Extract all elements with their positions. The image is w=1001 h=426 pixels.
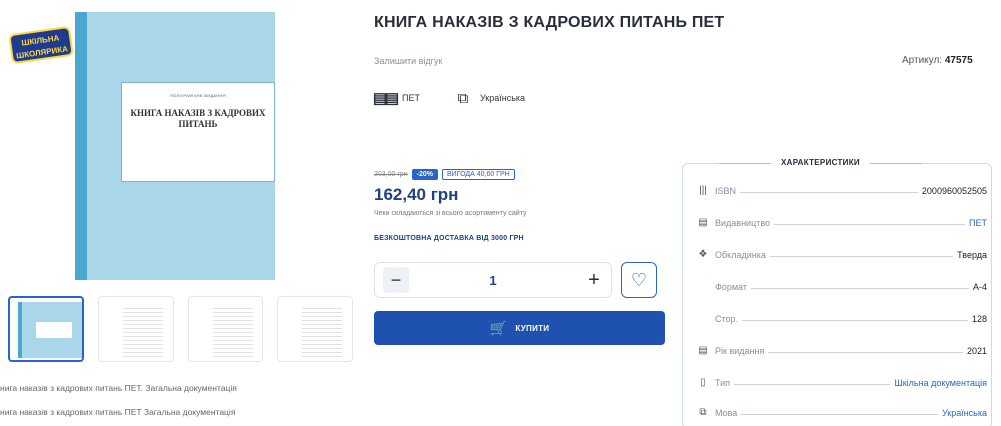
language-name: Українська — [479, 93, 526, 103]
sku-label: Артикул: — [902, 55, 943, 66]
thumbnail-1[interactable] — [8, 296, 84, 362]
char-row-pages: Стор. 128 — [695, 310, 987, 324]
language-icon: ⧉ — [699, 407, 707, 418]
char-divider — [768, 352, 963, 353]
thumbnail-2[interactable] — [97, 296, 174, 362]
thumbnail-page-image — [212, 305, 253, 357]
discount-badge: -20% — [411, 169, 439, 180]
char-label: Мова — [715, 408, 738, 418]
add-to-favorites-button[interactable]: ♡ — [621, 262, 657, 298]
leave-review-link[interactable]: Залишити відгук — [374, 56, 442, 66]
thumbnail-page-image — [122, 305, 163, 357]
char-divider — [741, 414, 938, 415]
char-divider — [734, 384, 891, 385]
char-divider — [750, 288, 969, 289]
buy-button[interactable]: 🛒 КУПИТИ — [374, 311, 665, 345]
char-row-publisher: ▤ Видавництво ПЕТ — [695, 214, 987, 228]
gallery-caption: нига наказів з кадрових питань ПЕТ Загал… — [0, 407, 236, 417]
char-row-type: ▯ Тип Шкільна документація — [695, 374, 987, 388]
char-label: ISBN — [715, 186, 737, 196]
char-divider — [742, 320, 968, 321]
quantity-value[interactable]: 1 — [409, 273, 577, 288]
heart-icon: ♡ — [630, 269, 648, 290]
language-item[interactable]: ⧉ Українська — [452, 89, 526, 107]
benefit-badge: ВИГОДА 40,60 ГРН — [442, 169, 515, 180]
publisher-item[interactable]: ▤▤ ПЕТ — [372, 90, 420, 107]
char-label: Тип — [715, 378, 731, 388]
char-label: Видавництво — [715, 218, 771, 228]
char-value: 2000960052505 — [921, 186, 987, 196]
char-row-format: Формат А-4 — [695, 278, 987, 292]
product-main-image[interactable]: ПОЛІГРАФІЧНЕ ВИДАННЯ КНИГА НАКАЗІВ З КАД… — [0, 0, 350, 290]
publisher-name: ПЕТ — [402, 93, 420, 103]
char-label: Формат — [715, 282, 747, 292]
product-meta: ▤▤ ПЕТ ⧉ Українська — [372, 89, 547, 108]
thumbnail-3[interactable] — [187, 296, 264, 362]
product-title: КНИГА НАКАЗІВ З КАДРОВИХ ПИТАНЬ ПЕТ — [374, 14, 725, 31]
price-note: Чеки складаються зі всього асортименту с… — [374, 210, 527, 217]
char-row-year: ▤ Рік видання 2021 — [695, 342, 987, 356]
old-price: 203,00 грн — [374, 171, 408, 178]
char-value: Тверда — [957, 250, 987, 260]
buy-button-label: КУПИТИ — [515, 323, 550, 333]
char-label: Обкладинка — [715, 250, 766, 260]
book-cover: ПОЛІГРАФІЧНЕ ВИДАННЯ КНИГА НАКАЗІВ З КАД… — [75, 12, 275, 280]
document-icon: ▯ — [700, 377, 706, 388]
char-row-cover: ❖ Обкладинка Тверда — [695, 246, 987, 260]
barcode-icon: ||| — [699, 185, 707, 196]
cover-label: ПОЛІГРАФІЧНЕ ВИДАННЯ КНИГА НАКАЗІВ З КАД… — [121, 82, 275, 182]
discount-row: 203,00 грн -20% ВИГОДА 40,60 ГРН — [374, 169, 515, 180]
language-icon: ⧉ — [457, 89, 469, 107]
gallery-caption: нига наказів з кадрових питань ПЕТ. Зага… — [0, 383, 237, 393]
cart-icon: 🛒 — [489, 319, 508, 336]
char-value-link[interactable]: Українська — [942, 408, 987, 418]
char-row-isbn: ||| ISBN 2000960052505 — [695, 182, 987, 196]
char-label: Стор. — [715, 314, 739, 324]
decrease-quantity-button[interactable]: − — [383, 267, 409, 293]
char-divider — [769, 256, 954, 257]
publisher-icon: ▤▤ — [372, 90, 399, 107]
char-value-link[interactable]: Шкільна документація — [894, 378, 987, 388]
char-value: 2021 — [966, 346, 987, 356]
char-divider — [774, 224, 966, 225]
quantity-stepper: − 1 + — [374, 262, 612, 298]
char-value: 128 — [971, 314, 987, 324]
increase-quantity-button[interactable]: + — [577, 263, 611, 297]
cover-small-text: ПОЛІГРАФІЧНЕ ВИДАННЯ — [170, 93, 226, 98]
char-value-link[interactable]: ПЕТ — [969, 218, 987, 228]
thumbnail-4[interactable] — [277, 296, 354, 362]
char-label: Рік видання — [715, 346, 765, 356]
cover-icon: ❖ — [698, 249, 708, 260]
sku-value: 47575 — [944, 55, 973, 66]
char-divider — [740, 192, 918, 193]
cover-title: КНИГА НАКАЗІВ З КАДРОВИХ ПИТАНЬ — [130, 108, 266, 129]
sku: Артикул: 47575 — [902, 55, 973, 66]
thumbnail-strip — [8, 296, 354, 366]
thumbnail-cover-image — [18, 302, 82, 358]
calendar-icon: ▤ — [698, 345, 708, 356]
publisher-icon: ▤ — [698, 217, 708, 228]
characteristics-title: ХАРАКТЕРИСТИКИ — [719, 158, 922, 167]
school-badge-logo: ШКІЛЬНА ШКОЛЯРИКА — [8, 25, 74, 65]
characteristics-panel: ХАРАКТЕРИСТИКИ ||| ISBN 2000960052505 ▤ … — [682, 158, 992, 426]
char-value: А-4 — [972, 282, 987, 292]
char-row-language: ⧉ Мова Українська — [695, 404, 987, 418]
current-price: 162,40 грн — [374, 185, 459, 204]
free-shipping-note: БЕЗКОШТОВНА ДОСТАВКА ВІД 3000 ГРН — [374, 235, 524, 242]
thumbnail-page-image — [302, 305, 343, 357]
